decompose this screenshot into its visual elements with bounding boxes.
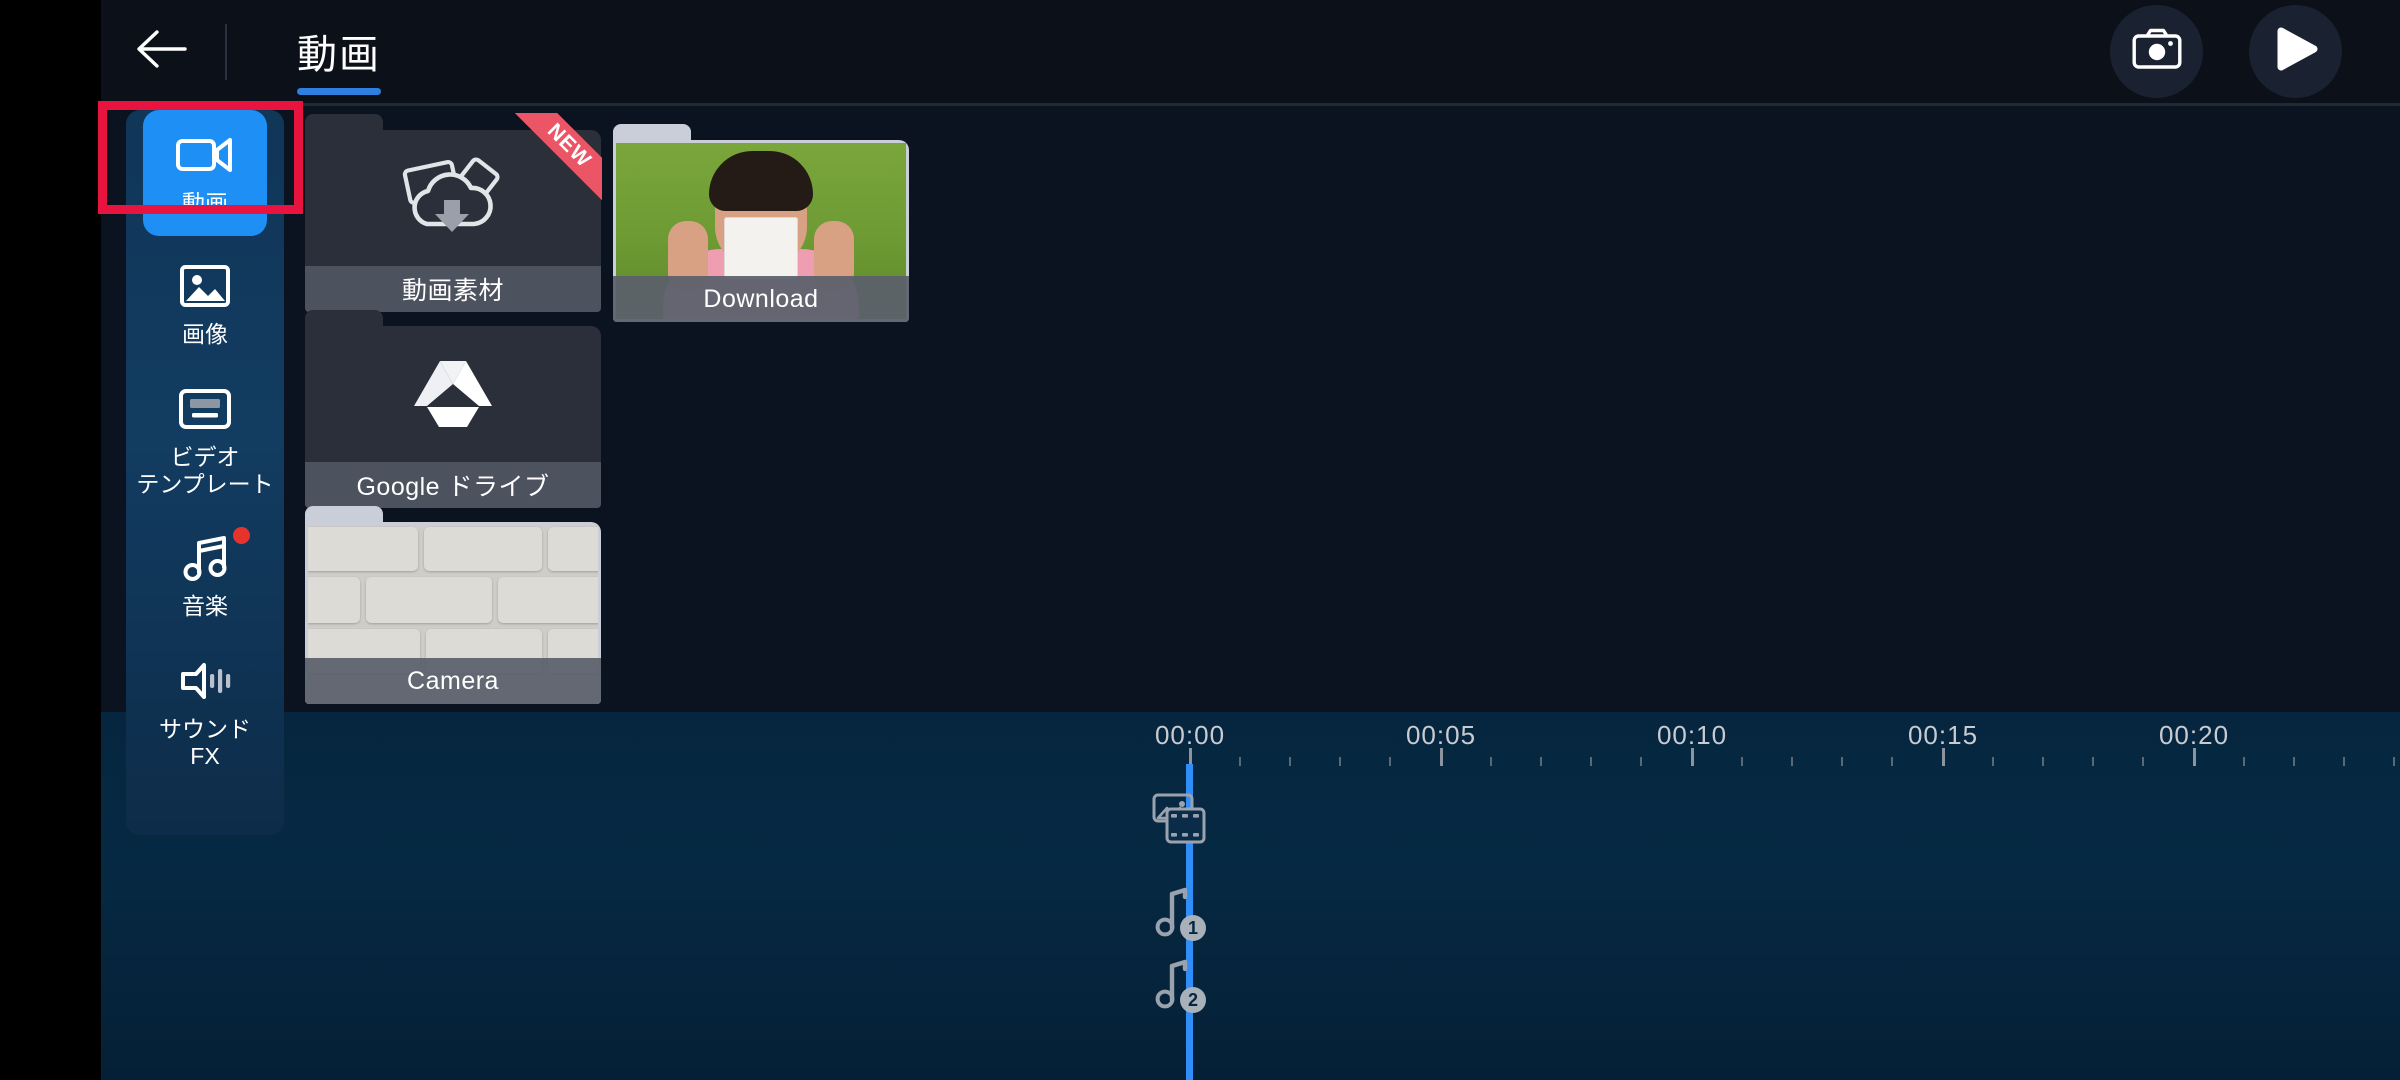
ruler-tick-minor: [2042, 757, 2044, 766]
ruler-tick-major: [1440, 748, 1443, 766]
sidebar-item-label: ビデオ テンプレート: [136, 444, 273, 498]
music-track-icon: 1: [1154, 886, 1204, 943]
video-template-icon: [172, 382, 238, 436]
track-number-badge: 2: [1180, 987, 1206, 1013]
ruler-tick-minor: [1791, 757, 1793, 766]
sound-fx-icon: [172, 654, 238, 708]
ruler-tick-minor: [1891, 757, 1893, 766]
timeline-tracks: 1 2: [101, 774, 2400, 1080]
media-track-icon: [1151, 792, 1207, 851]
left-black-gutter: [0, 0, 101, 1080]
video-editor-app: 動画: [0, 0, 2400, 1080]
folder-body: 動画素材: [305, 130, 601, 312]
folder-card-label: Google ドライブ: [305, 462, 601, 508]
header-actions: [2110, 5, 2400, 98]
track-media[interactable]: [1119, 792, 1239, 851]
sidebar-item-label: 音楽: [182, 593, 228, 620]
music-notification-dot: [233, 527, 250, 544]
sidebar-item-label: 動画: [182, 190, 228, 217]
ruler-tick-minor: [1540, 757, 1542, 766]
cloud-download-media-icon: [305, 130, 601, 266]
capture-button[interactable]: [2110, 5, 2203, 98]
tab-active-underline: [297, 88, 381, 95]
ruler-tick-minor: [1841, 757, 1843, 766]
arrow-left-icon: [133, 27, 189, 76]
sidebar-item-label-line1: サウンド: [159, 716, 251, 742]
folder-card-label: Camera: [305, 658, 601, 704]
back-button[interactable]: [101, 0, 221, 103]
ruler-tick-minor: [2293, 757, 2295, 766]
sidebar-item-label: 画像: [182, 321, 228, 348]
ruler-label: 00:05: [1406, 720, 1476, 751]
google-drive-icon: [305, 326, 601, 462]
sidebar-item-music[interactable]: 音楽: [126, 508, 284, 644]
sidebar-item-video[interactable]: 動画: [143, 110, 267, 236]
track-music-2[interactable]: 2: [1119, 958, 1239, 1015]
preview-play-button[interactable]: [2249, 5, 2342, 98]
ruler-label: 00:20: [2159, 720, 2229, 751]
image-icon: [172, 259, 238, 313]
app-header: 動画: [101, 0, 2400, 103]
ruler-tick-minor: [1640, 757, 1642, 766]
play-icon: [2273, 25, 2319, 78]
ruler-tick-minor: [1490, 757, 1492, 766]
video-camera-icon: [172, 128, 238, 182]
sidebar-item-image[interactable]: 画像: [126, 236, 284, 372]
sidebar-item-sound-fx[interactable]: サウンド FX: [126, 644, 284, 780]
ruler-tick-major: [1691, 748, 1694, 766]
media-browser-panel: 動画素材 NEW Down: [101, 103, 2400, 712]
tab-video[interactable]: 動画: [283, 0, 395, 103]
ruler-tick-minor: [1289, 757, 1291, 766]
ruler-tick-minor: [2393, 757, 2395, 766]
track-music-1[interactable]: 1: [1119, 886, 1239, 943]
folder-body: Camera: [305, 522, 601, 704]
music-note-icon: [172, 531, 238, 585]
folder-card-label: 動画素材: [305, 266, 601, 312]
ruler-tick-major: [1942, 748, 1945, 766]
timeline-panel[interactable]: 00:00 00:05 00:10 00:15 00:20: [101, 712, 2400, 1080]
track-number-badge: 1: [1180, 915, 1206, 941]
music-track-icon: 2: [1154, 958, 1204, 1015]
camera-icon: [2132, 28, 2182, 75]
page-title: 動画: [297, 29, 381, 75]
ruler-tick-minor: [1239, 757, 1241, 766]
sidebar-item-label: サウンド FX: [159, 716, 251, 770]
folder-card-label: Download: [613, 276, 909, 322]
ruler-tick-minor: [2142, 757, 2144, 766]
header-divider: [225, 24, 227, 80]
sidebar-item-video-template[interactable]: ビデオ テンプレート: [126, 372, 284, 508]
folder-card-download[interactable]: Download: [613, 124, 909, 322]
timeline-ruler[interactable]: 00:00 00:05 00:10 00:15 00:20: [101, 712, 2400, 774]
ruler-tick-minor: [1339, 757, 1341, 766]
folder-card-google-drive[interactable]: Google ドライブ: [305, 310, 601, 508]
ruler-tick-minor: [2243, 757, 2245, 766]
ruler-tick-minor: [2092, 757, 2094, 766]
sidebar-item-label-line2: テンプレート: [136, 471, 273, 497]
ruler-tick-major: [2193, 748, 2196, 766]
media-type-sidebar: 動画 画像 ビデオ テンプレート: [126, 110, 284, 835]
sidebar-item-label-line1: ビデオ: [171, 444, 240, 470]
ruler-tick-minor: [1389, 757, 1391, 766]
folder-body: Google ドライブ: [305, 326, 601, 508]
folder-card-stock-video[interactable]: 動画素材 NEW: [305, 114, 601, 312]
ruler-label: 00:10: [1657, 720, 1727, 751]
ruler-tick-minor: [1992, 757, 1994, 766]
ruler-label: 00:00: [1155, 720, 1225, 751]
ruler-label: 00:15: [1908, 720, 1978, 751]
ruler-tick-minor: [1741, 757, 1743, 766]
sidebar-item-label-line2: FX: [190, 743, 219, 769]
ruler-tick-minor: [1590, 757, 1592, 766]
folder-card-camera[interactable]: Camera: [305, 506, 601, 704]
folder-body: Download: [613, 140, 909, 322]
ruler-tick-minor: [2343, 757, 2345, 766]
